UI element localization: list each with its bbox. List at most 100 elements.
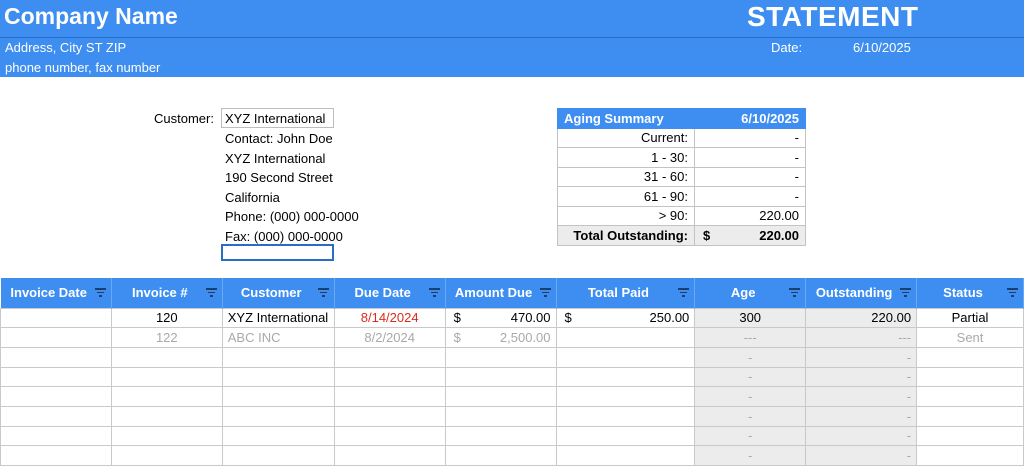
customer-cell[interactable]	[221, 366, 335, 388]
customer-cell[interactable]	[221, 425, 335, 447]
age-cell[interactable]: -	[694, 346, 807, 368]
customer-cell[interactable]	[221, 346, 335, 368]
column-header-invoice-date[interactable]: Invoice Date	[0, 278, 112, 308]
outstanding-cell[interactable]: -	[805, 366, 918, 388]
due-date-cell[interactable]	[333, 346, 446, 368]
invoice-date-cell[interactable]	[0, 346, 112, 368]
invoice-number-cell[interactable]	[110, 405, 223, 427]
company-name[interactable]: Company Name	[4, 3, 178, 30]
outstanding-cell[interactable]: 220.00	[805, 307, 918, 329]
column-header-status[interactable]: Status	[916, 278, 1024, 308]
due-date-cell[interactable]	[333, 366, 446, 388]
selected-cell[interactable]	[221, 244, 334, 261]
invoice-number-cell[interactable]	[110, 346, 223, 368]
total-paid-cell[interactable]: $250.00	[555, 307, 696, 329]
outstanding-cell[interactable]: -	[805, 405, 918, 427]
filter-icon[interactable]	[678, 288, 690, 298]
amount-due-cell[interactable]	[444, 405, 557, 427]
due-date-cell[interactable]: 8/2/2024	[333, 327, 446, 348]
filter-icon[interactable]	[205, 288, 217, 298]
customer-cell[interactable]	[221, 445, 335, 466]
column-header-invoice-number[interactable]: Invoice #	[111, 278, 223, 308]
customer-cell[interactable]: ABC INC	[221, 327, 335, 348]
customer-select-cell[interactable]: XYZ International	[221, 108, 334, 128]
amount-due-cell[interactable]	[444, 366, 557, 388]
due-date-cell[interactable]	[333, 405, 446, 427]
amount-due-cell[interactable]	[444, 445, 557, 466]
filter-icon[interactable]	[900, 288, 912, 298]
total-paid-cell[interactable]	[555, 327, 696, 348]
due-date-cell[interactable]	[333, 445, 446, 466]
status-cell[interactable]	[916, 405, 1024, 427]
status-cell[interactable]	[916, 425, 1024, 447]
invoice-date-cell[interactable]	[0, 386, 112, 407]
total-paid-cell[interactable]	[555, 346, 696, 368]
age-cell[interactable]: ---	[694, 327, 807, 348]
age-cell[interactable]: -	[694, 386, 807, 407]
filter-icon[interactable]	[789, 288, 801, 298]
filter-icon[interactable]	[539, 288, 551, 298]
invoice-number-cell[interactable]: 120	[110, 307, 223, 329]
total-paid-cell[interactable]	[555, 445, 696, 466]
invoice-date-cell[interactable]	[0, 327, 112, 348]
aging-value-31-60[interactable]: -	[694, 166, 806, 187]
age-cell[interactable]: -	[694, 445, 807, 466]
outstanding-cell[interactable]: -	[805, 386, 918, 407]
age-cell[interactable]: 300	[694, 307, 807, 329]
age-cell[interactable]: -	[694, 405, 807, 427]
total-paid-cell[interactable]	[555, 366, 696, 388]
due-date-cell[interactable]	[333, 425, 446, 447]
company-phone[interactable]: phone number, fax number	[5, 60, 160, 75]
column-header-age[interactable]: Age	[694, 278, 807, 308]
outstanding-cell[interactable]: ---	[805, 327, 918, 348]
total-paid-cell[interactable]	[555, 405, 696, 427]
invoice-date-cell[interactable]	[0, 366, 112, 388]
column-header-amount-due[interactable]: Amount Due	[445, 278, 557, 308]
amount-due-cell[interactable]	[444, 386, 557, 407]
customer-cell[interactable]	[221, 386, 335, 407]
invoice-number-cell[interactable]: 122	[110, 327, 223, 348]
column-header-customer[interactable]: Customer	[222, 278, 335, 308]
amount-due-cell[interactable]	[444, 346, 557, 368]
due-date-cell[interactable]	[333, 386, 446, 407]
age-cell[interactable]: -	[694, 366, 807, 388]
status-cell[interactable]	[916, 445, 1024, 466]
aging-summary-date[interactable]: 6/10/2025	[694, 108, 806, 129]
status-cell[interactable]	[916, 346, 1024, 368]
filter-icon[interactable]	[428, 288, 440, 298]
invoice-number-cell[interactable]	[110, 366, 223, 388]
age-cell[interactable]: -	[694, 425, 807, 447]
status-cell[interactable]: Sent	[916, 327, 1024, 348]
status-cell[interactable]	[916, 366, 1024, 388]
company-address[interactable]: Address, City ST ZIP	[5, 40, 126, 55]
invoice-date-cell[interactable]	[0, 425, 112, 447]
status-cell[interactable]: Partial	[916, 307, 1024, 329]
amount-due-cell[interactable]	[444, 425, 557, 447]
aging-value-61-90[interactable]: -	[694, 186, 806, 207]
customer-cell[interactable]	[221, 405, 335, 427]
aging-value-current[interactable]: -	[694, 127, 806, 148]
invoice-date-cell[interactable]	[0, 405, 112, 427]
outstanding-cell[interactable]: -	[805, 445, 918, 466]
filter-icon[interactable]	[317, 288, 329, 298]
outstanding-cell[interactable]: -	[805, 346, 918, 368]
amount-due-cell[interactable]: $2,500.00	[444, 327, 557, 348]
status-cell[interactable]	[916, 386, 1024, 407]
column-header-due-date[interactable]: Due Date	[334, 278, 446, 308]
aging-value-over-90[interactable]: 220.00	[694, 205, 806, 226]
total-paid-cell[interactable]	[555, 425, 696, 447]
invoice-number-cell[interactable]	[110, 386, 223, 407]
amount-due-cell[interactable]: $470.00	[444, 307, 557, 329]
invoice-date-cell[interactable]	[0, 307, 112, 329]
filter-icon[interactable]	[1007, 288, 1018, 298]
aging-value-1-30[interactable]: -	[694, 147, 806, 168]
total-paid-cell[interactable]	[555, 386, 696, 407]
total-outstanding-value[interactable]: $220.00	[694, 225, 806, 246]
filter-icon[interactable]	[94, 288, 106, 298]
invoice-date-cell[interactable]	[0, 445, 112, 466]
column-header-total-paid[interactable]: Total Paid	[556, 278, 696, 308]
invoice-number-cell[interactable]	[110, 445, 223, 466]
statement-date[interactable]: 6/10/2025	[853, 40, 911, 55]
due-date-cell[interactable]: 8/14/2024	[333, 307, 446, 329]
invoice-number-cell[interactable]	[110, 425, 223, 447]
